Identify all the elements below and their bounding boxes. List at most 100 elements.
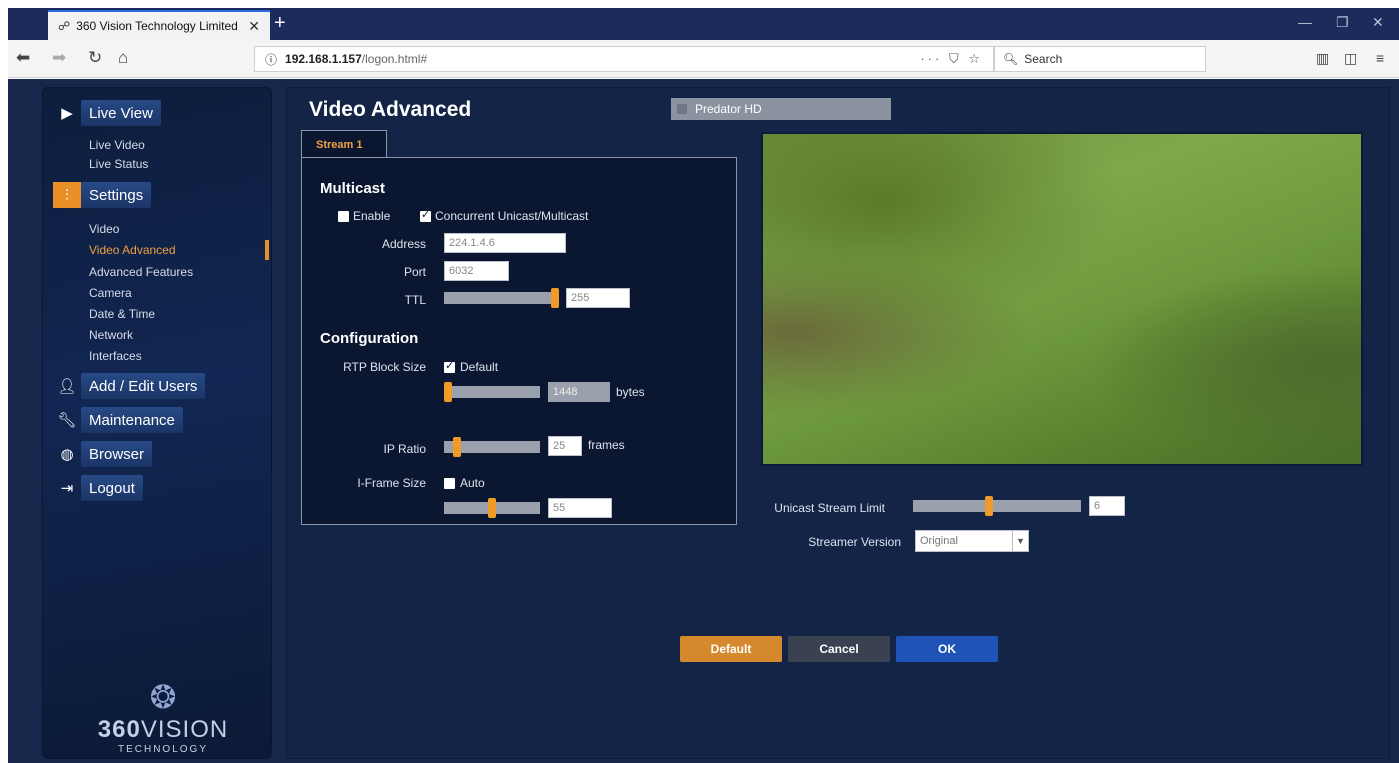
main-panel: Video Advanced Predator HD Stream 1 Mult… [286,87,1390,759]
stream-settings-panel: Multicast Enable Concurrent Unicast/Mult… [301,157,737,525]
browser-tab[interactable]: ☍ 360 Vision Technology Limited ✕ [48,10,270,40]
sidebar-item-interfaces[interactable]: Interfaces [89,349,142,363]
brand-logo: ❂ 360VISION TECHNOLOGY [73,678,253,755]
streamer-version-select[interactable]: Original ▼ [915,530,1029,552]
sidebar-item-live-video[interactable]: Live Video [89,138,145,152]
url-path: /logon.html# [361,52,428,66]
configuration-heading: Configuration [320,330,419,347]
ip-ratio-slider-thumb[interactable] [453,437,461,457]
unicast-slider-thumb[interactable] [985,496,993,516]
camera-name-bar: Predator HD [671,98,891,120]
ttl-field[interactable]: 255 [566,288,630,308]
sidebar-item-live-status[interactable]: Live Status [89,157,148,171]
site-favicon-icon: ☍ [58,19,71,33]
back-icon[interactable]: ⬅ [16,48,30,68]
streamer-version-value: Original [920,535,958,547]
logo-text-rest: VISION [140,716,229,743]
iframe-auto-checkbox[interactable] [444,478,455,489]
rtp-slider-thumb[interactable] [444,382,452,402]
concurrent-unicast-checkbox[interactable] [420,208,431,222]
iframe-size-slider[interactable] [444,498,540,518]
new-tab-icon[interactable]: + [274,12,286,34]
ttl-slider-thumb[interactable] [551,288,559,308]
sidebar-item-network[interactable]: Network [89,328,133,342]
bookmark-star-icon[interactable]: ☆ [968,51,983,66]
active-item-marker [265,240,269,260]
browser-titlebar: ☍ 360 Vision Technology Limited ✕ + — ❐ … [8,8,1399,40]
logout-icon: ⇥ [60,480,74,497]
nav-browser[interactable]: ◍ Browser [53,441,153,467]
nav-settings[interactable]: ⫶ Settings [53,182,152,208]
ok-button[interactable]: OK [896,636,998,662]
sidebar-item-date-time[interactable]: Date & Time [89,307,155,321]
nav-add-edit-users-label: Add / Edit Users [81,373,206,399]
forward-icon[interactable]: ➡ [52,48,66,68]
multicast-port-field[interactable]: 6032 [444,261,509,281]
iframe-slider-thumb[interactable] [488,498,496,518]
nav-maintenance[interactable]: 🔧︎ Maintenance [53,407,183,433]
sidebar-item-camera[interactable]: Camera [89,286,132,300]
sidebar: ▶ Live View Live Video Live Status ⫶ Set… [42,87,272,759]
menu-icon[interactable]: ≡ [1376,48,1384,68]
sidebar-item-advanced-features[interactable]: Advanced Features [89,265,193,279]
nav-live-view[interactable]: ▶ Live View [53,100,161,126]
multicast-address-field[interactable]: 224.1.4.6 [444,233,566,253]
nav-logout-label: Logout [81,475,143,501]
unicast-stream-limit-slider[interactable] [913,496,1081,516]
ip-ratio-unit: frames [588,438,625,452]
maximize-icon[interactable]: ❐ [1336,14,1349,31]
minimize-icon[interactable]: — [1298,14,1312,30]
rtp-block-size-slider[interactable] [444,382,540,402]
camera-name: Predator HD [695,102,762,116]
search-input[interactable]: 🔍︎ Search [994,46,1206,72]
users-icon: 👤︎ [57,378,77,395]
ip-ratio-label: IP Ratio [383,442,426,456]
address-bar[interactable]: ⓘ 192.168.1.157 /logon.html# ··· ⛉ ☆ [254,46,994,72]
pocket-icon[interactable]: ⛉ [949,51,962,66]
sidebar-item-video[interactable]: Video [89,222,119,236]
tab-close-icon[interactable]: ✕ [248,18,260,35]
default-button[interactable]: Default [680,636,782,662]
camera-status-icon [677,104,687,114]
tab-title: 360 Vision Technology Limited [76,19,238,33]
multicast-enable-checkbox[interactable] [338,211,349,222]
home-icon[interactable]: ⌂ [118,48,128,68]
ttl-slider[interactable] [444,288,559,308]
concurrent-unicast-label: Concurrent Unicast/Multicast [435,209,589,223]
reload-icon[interactable]: ↻ [88,48,102,68]
window-close-icon[interactable]: ✕ [1372,14,1384,31]
page-title: Video Advanced [309,98,472,121]
page-actions-icon[interactable]: ··· [920,51,942,66]
library-icon[interactable]: ▥ [1316,48,1329,68]
sidebar-toggle-icon[interactable]: ◫ [1344,48,1357,68]
search-icon: 🔍︎ [1003,52,1019,66]
nav-logout[interactable]: ⇥ Logout [53,475,143,501]
port-label: Port [403,265,426,279]
nav-maintenance-label: Maintenance [81,407,183,433]
rtp-block-size-field[interactable]: 1448 [548,382,610,402]
url-host: 192.168.1.157 [285,52,362,66]
rtp-default-checkbox[interactable] [444,359,455,373]
sidebar-item-video-advanced[interactable]: Video Advanced [89,243,176,257]
video-preview[interactable] [761,132,1363,466]
chevron-down-icon[interactable]: ▼ [1012,531,1028,551]
ttl-label: TTL [404,293,426,307]
ip-ratio-slider[interactable] [444,437,540,457]
search-placeholder: Search [1024,52,1063,66]
iframe-size-field[interactable]: 55 [548,498,612,518]
nav-settings-label: Settings [81,182,152,208]
ip-ratio-field[interactable]: 25 [548,436,582,456]
iframe-auto-label: Auto [460,476,485,490]
unicast-stream-limit-field[interactable]: 6 [1089,496,1125,516]
logo-text-bold: 360 [97,716,141,743]
app-root: ▶ Live View Live Video Live Status ⫶ Set… [8,79,1399,763]
nav-add-edit-users[interactable]: 👤︎ Add / Edit Users [53,373,206,399]
streamer-version-label: Streamer Version [808,535,901,549]
tab-stream-1[interactable]: Stream 1 [301,130,387,158]
unicast-stream-limit-label: Unicast Stream Limit [774,501,885,515]
rtp-unit: bytes [616,385,645,399]
site-info-icon[interactable]: ⓘ [265,51,277,68]
browser-navbar: ⬅ ➡ ↻ ⌂ ⓘ 192.168.1.157 /logon.html# ···… [8,40,1399,78]
cancel-button[interactable]: Cancel [788,636,890,662]
logo-swirl-icon: ❂ [149,679,177,715]
